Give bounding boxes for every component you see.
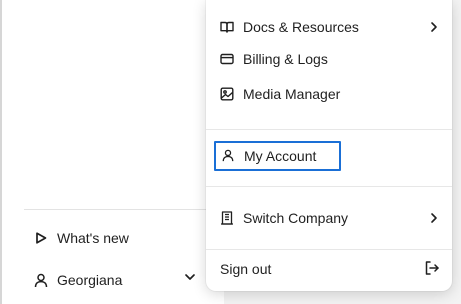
menu-item-switch-company[interactable]: Switch Company [220, 204, 440, 232]
sign-out-icon [424, 260, 440, 276]
menu-item-label: Switch Company [243, 210, 349, 226]
menu-item-label: Sign out [220, 261, 272, 277]
credit-card-icon [220, 52, 234, 66]
menu-item-label: Media Manager [243, 86, 341, 102]
chevron-right-icon [428, 211, 440, 225]
whats-new-link[interactable]: What's new [34, 226, 129, 250]
chevron-right-icon [428, 20, 440, 34]
menu-divider [206, 249, 452, 250]
menu-item-sign-out[interactable]: Sign out [220, 255, 440, 283]
user-name: Georgiana [57, 272, 123, 288]
sidebar: What's new Georgiana [0, 0, 224, 304]
image-icon [220, 87, 234, 101]
menu-item-label: Billing & Logs [243, 51, 328, 67]
menu-divider [206, 129, 452, 130]
menu-item-my-account[interactable]: My Account [214, 141, 341, 171]
menu-divider [206, 186, 452, 187]
chevron-down-icon[interactable] [184, 271, 196, 283]
building-icon [220, 211, 234, 225]
menu-item-media-manager[interactable]: Media Manager [220, 80, 440, 108]
menu-item-label: My Account [244, 148, 317, 164]
user-icon [34, 273, 48, 288]
whats-new-label: What's new [57, 230, 129, 246]
user-menu-toggle[interactable]: Georgiana [34, 268, 196, 292]
user-icon [222, 149, 236, 163]
sidebar-divider [24, 209, 224, 210]
play-icon [34, 231, 48, 245]
account-dropdown-menu: Docs & Resources Billing & Logs Media Ma… [206, 0, 452, 291]
sidebar-edge [0, 0, 2, 304]
menu-item-docs-resources[interactable]: Docs & Resources [220, 13, 440, 41]
book-icon [220, 20, 234, 34]
menu-item-label: Docs & Resources [243, 19, 359, 35]
menu-item-billing-logs[interactable]: Billing & Logs [220, 45, 440, 73]
